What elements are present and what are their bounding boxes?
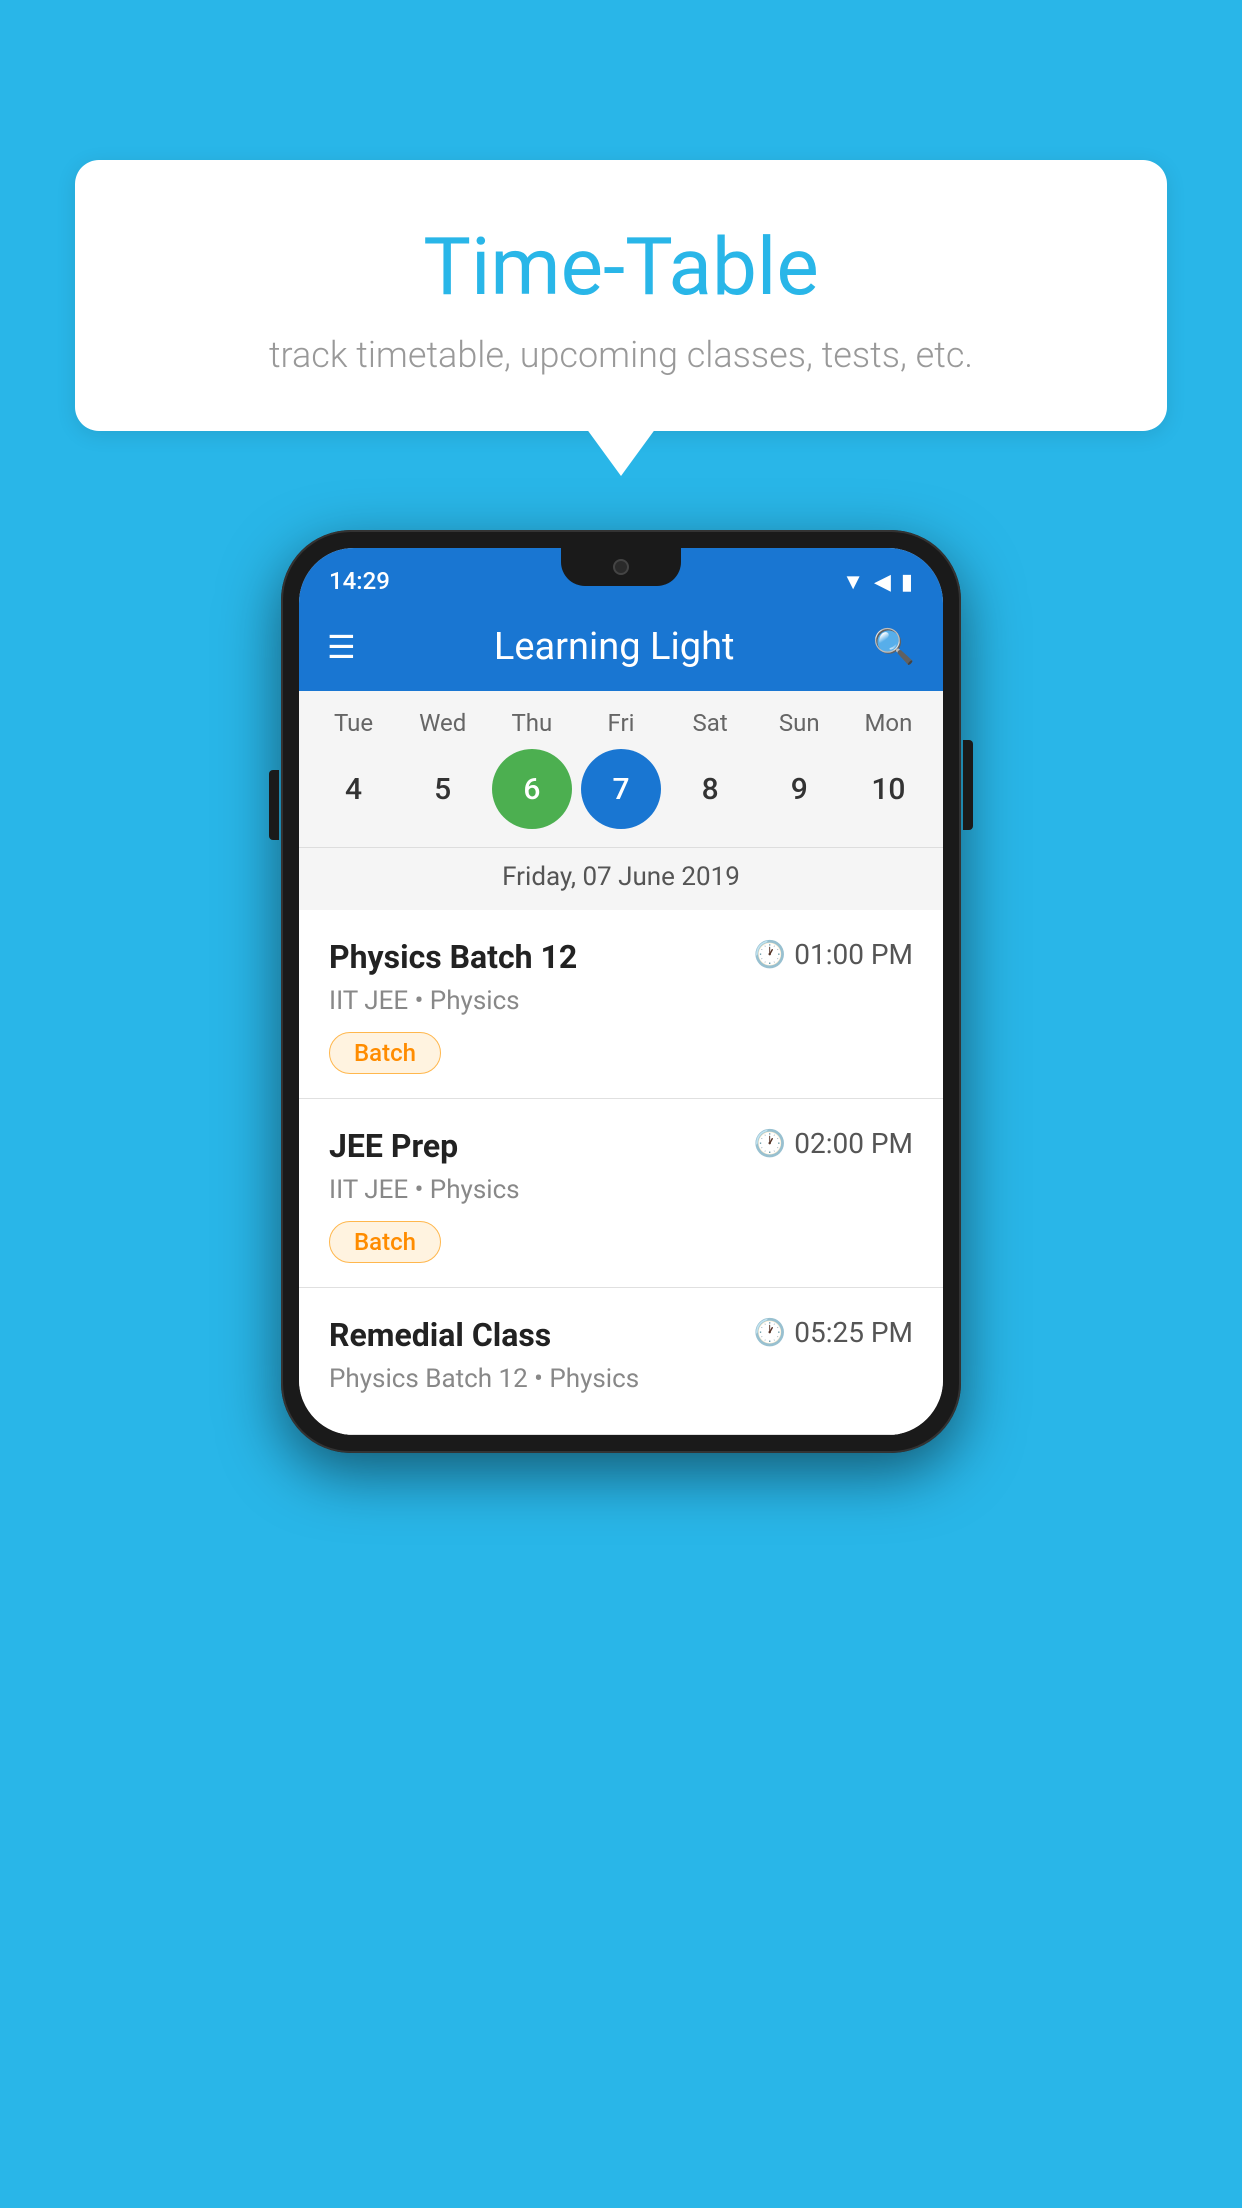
- clock-icon-1: 🕐: [754, 940, 786, 970]
- day-5[interactable]: 5: [403, 749, 483, 829]
- class-meta-2: IIT JEE • Physics: [329, 1175, 913, 1205]
- speech-bubble-container: Time-Table track timetable, upcoming cla…: [75, 160, 1167, 431]
- phone-outer: 14:29 ▼ ◀ ▮ ☰ Learning Light 🔍 Tue Wed T…: [281, 530, 961, 1453]
- app-bar: ☰ Learning Light 🔍: [299, 603, 943, 691]
- day-header-wed: Wed: [403, 709, 483, 737]
- class-time-3: 🕐 05:25 PM: [754, 1316, 913, 1349]
- day-7-selected[interactable]: 7: [581, 749, 661, 829]
- class-item-3-header: Remedial Class 🕐 05:25 PM: [329, 1316, 913, 1354]
- clock-icon-3: 🕐: [754, 1318, 786, 1348]
- day-numbers: 4 5 6 7 8 9 10: [299, 749, 943, 829]
- battery-icon: ▮: [901, 570, 913, 595]
- class-name-2: JEE Prep: [329, 1127, 458, 1165]
- class-name-3: Remedial Class: [329, 1316, 551, 1354]
- class-time-value-2: 02:00 PM: [794, 1127, 913, 1160]
- day-9[interactable]: 9: [759, 749, 839, 829]
- phone-mockup: 14:29 ▼ ◀ ▮ ☰ Learning Light 🔍 Tue Wed T…: [281, 530, 961, 1453]
- day-4[interactable]: 4: [314, 749, 394, 829]
- day-header-mon: Mon: [848, 709, 928, 737]
- class-meta-1: IIT JEE • Physics: [329, 986, 913, 1016]
- class-item-1-header: Physics Batch 12 🕐 01:00 PM: [329, 938, 913, 976]
- day-headers: Tue Wed Thu Fri Sat Sun Mon: [299, 709, 943, 737]
- day-8[interactable]: 8: [670, 749, 750, 829]
- wifi-icon: ▼: [842, 569, 864, 595]
- class-item-3[interactable]: Remedial Class 🕐 05:25 PM Physics Batch …: [299, 1288, 943, 1435]
- status-icons: ▼ ◀ ▮: [842, 569, 913, 595]
- calendar-strip: Tue Wed Thu Fri Sat Sun Mon 4 5 6 7 8 9 …: [299, 691, 943, 910]
- class-time-1: 🕐 01:00 PM: [754, 938, 913, 971]
- class-item-1[interactable]: Physics Batch 12 🕐 01:00 PM IIT JEE • Ph…: [299, 910, 943, 1099]
- class-item-2[interactable]: JEE Prep 🕐 02:00 PM IIT JEE • Physics Ba…: [299, 1099, 943, 1288]
- class-time-2: 🕐 02:00 PM: [754, 1127, 913, 1160]
- day-6-today[interactable]: 6: [492, 749, 572, 829]
- speech-bubble: Time-Table track timetable, upcoming cla…: [75, 160, 1167, 431]
- class-meta-3: Physics Batch 12 • Physics: [329, 1364, 913, 1394]
- class-time-value-3: 05:25 PM: [794, 1316, 913, 1349]
- notch-camera: [613, 559, 629, 575]
- class-name-1: Physics Batch 12: [329, 938, 577, 976]
- phone-notch: [561, 548, 681, 586]
- day-header-thu: Thu: [492, 709, 572, 737]
- day-header-tue: Tue: [314, 709, 394, 737]
- day-header-fri: Fri: [581, 709, 661, 737]
- day-10[interactable]: 10: [848, 749, 928, 829]
- class-time-value-1: 01:00 PM: [794, 938, 913, 971]
- menu-icon[interactable]: ☰: [327, 631, 356, 663]
- selected-date-label: Friday, 07 June 2019: [299, 847, 943, 910]
- app-title: Learning Light: [380, 625, 849, 669]
- clock-icon-2: 🕐: [754, 1129, 786, 1159]
- phone-screen: 14:29 ▼ ◀ ▮ ☰ Learning Light 🔍 Tue Wed T…: [299, 548, 943, 1435]
- class-item-2-header: JEE Prep 🕐 02:00 PM: [329, 1127, 913, 1165]
- status-time: 14:29: [329, 567, 390, 595]
- bubble-subtitle: track timetable, upcoming classes, tests…: [115, 334, 1127, 376]
- day-header-sat: Sat: [670, 709, 750, 737]
- search-icon[interactable]: 🔍: [873, 627, 915, 667]
- class-list: Physics Batch 12 🕐 01:00 PM IIT JEE • Ph…: [299, 910, 943, 1435]
- day-header-sun: Sun: [759, 709, 839, 737]
- bubble-title: Time-Table: [115, 220, 1127, 314]
- batch-badge-2: Batch: [329, 1221, 441, 1263]
- signal-icon: ◀: [874, 570, 891, 595]
- batch-badge-1: Batch: [329, 1032, 441, 1074]
